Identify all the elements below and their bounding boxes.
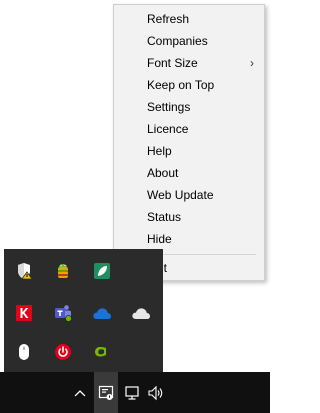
menu-item-label: Companies — [147, 34, 208, 48]
menu-item-help[interactable]: Help — [114, 140, 264, 162]
tray-overflow-panel — [4, 249, 163, 372]
menu-item-label: Help — [147, 144, 172, 158]
menu-item-label: Refresh — [147, 12, 190, 26]
menu-item-status[interactable]: Status — [114, 206, 264, 228]
menu-item-refresh[interactable]: Refresh — [114, 8, 264, 30]
onedrive-gray-cloud-icon[interactable] — [121, 293, 161, 333]
app-tray-icon[interactable] — [94, 372, 118, 413]
menu-item-label: Keep on Top — [147, 78, 215, 92]
kaspersky-k-icon[interactable] — [4, 293, 44, 333]
chevron-right-icon: › — [250, 56, 254, 70]
green-leaf-app-icon[interactable] — [82, 251, 122, 291]
onedrive-blue-cloud-icon[interactable] — [82, 293, 122, 333]
taskbar — [0, 372, 270, 413]
power-app-icon[interactable] — [43, 332, 83, 372]
menu-item-web-update[interactable]: Web Update — [114, 184, 264, 206]
nvidia-icon[interactable] — [82, 332, 122, 372]
menu-item-label: About — [147, 166, 179, 180]
menu-item-label: Status — [147, 210, 182, 224]
teams-icon[interactable] — [43, 293, 83, 333]
android-app-icon[interactable] — [43, 251, 83, 291]
network-icon[interactable] — [120, 372, 144, 413]
menu-item-font-size[interactable]: Font Size › — [114, 52, 264, 74]
menu-item-companies[interactable]: Companies — [114, 30, 264, 52]
menu-item-about[interactable]: About — [114, 162, 264, 184]
menu-item-label: Web Update — [147, 188, 214, 202]
volume-icon[interactable] — [144, 372, 168, 413]
menu-item-label: Hide — [147, 232, 172, 246]
menu-item-settings[interactable]: Settings — [114, 96, 264, 118]
security-shield-warning-icon[interactable] — [4, 251, 44, 291]
menu-item-label: Font Size — [147, 56, 198, 70]
menu-item-licence[interactable]: Licence — [114, 118, 264, 140]
chevron-up-icon[interactable] — [68, 372, 92, 413]
menu-item-hide[interactable]: Hide — [114, 228, 264, 250]
menu-item-label: Licence — [147, 122, 189, 136]
context-menu: Refresh Companies Font Size › Keep on To… — [113, 4, 265, 281]
menu-item-label: Settings — [147, 100, 191, 114]
menu-item-keep-on-top[interactable]: Keep on Top — [114, 74, 264, 96]
mouse-icon[interactable] — [4, 332, 44, 372]
